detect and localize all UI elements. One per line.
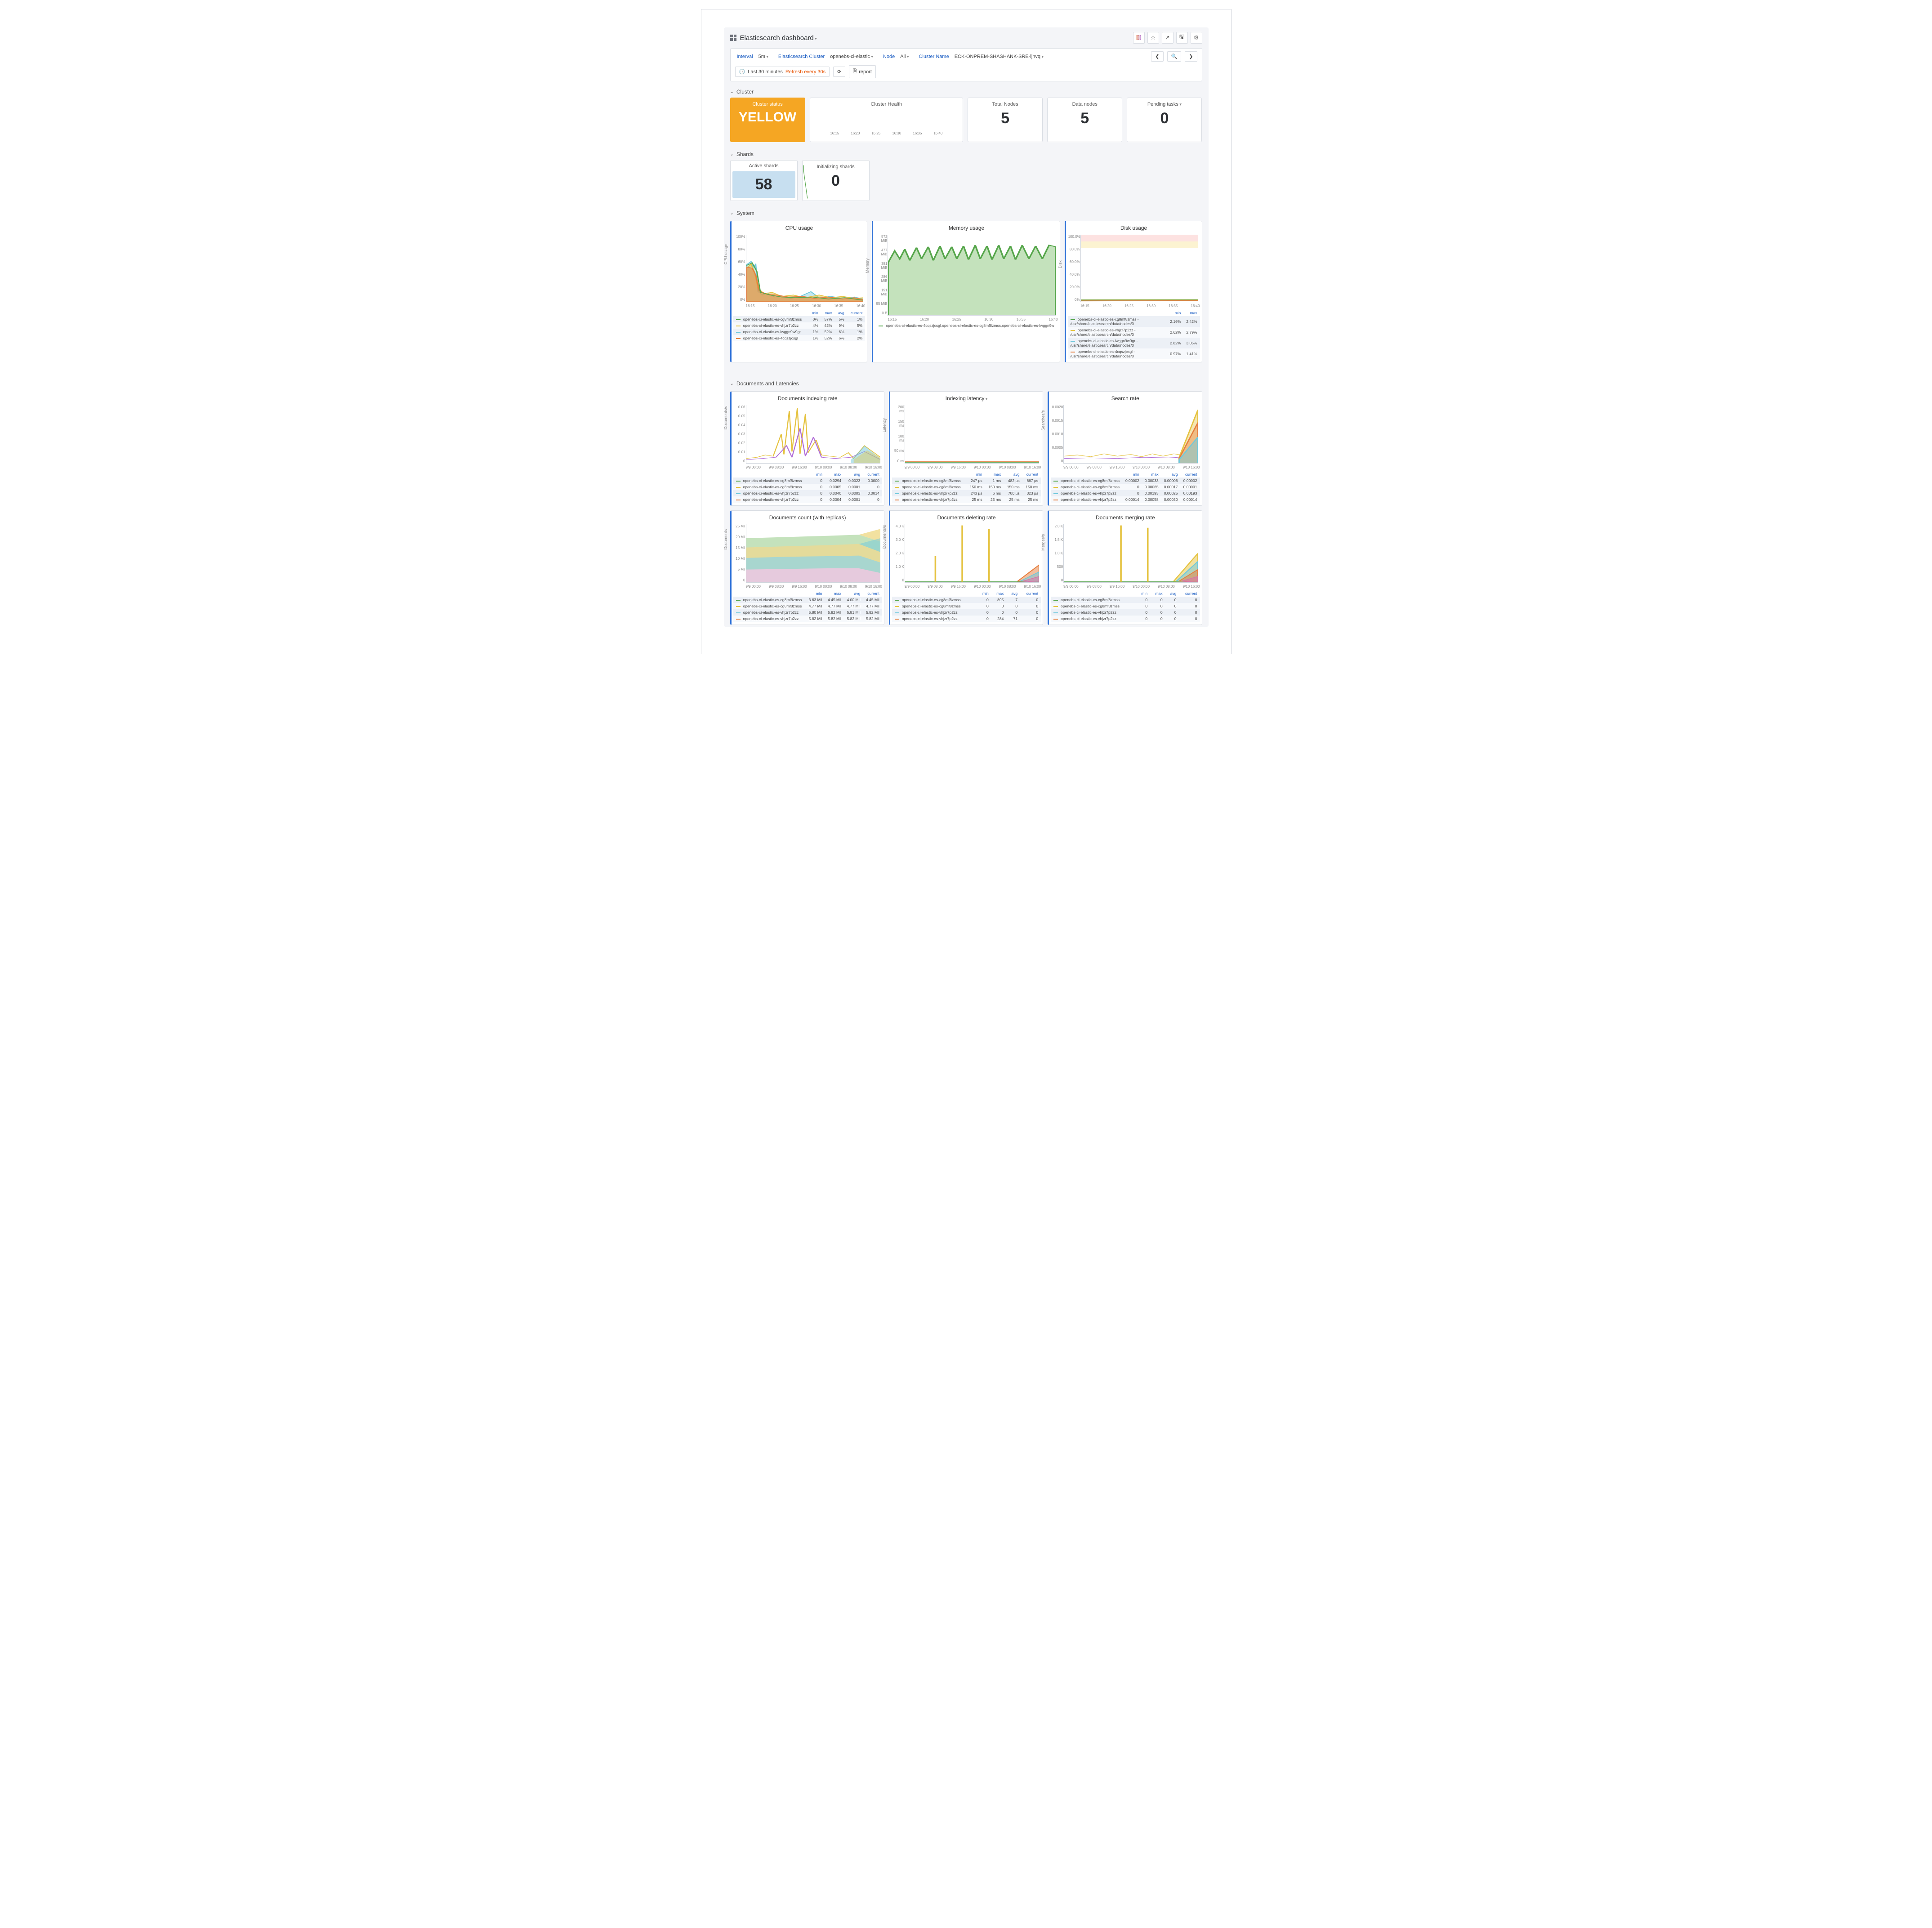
panel-mem-legend: openebs-ci-elastic-es-4cqszjcsgl,openebs… [875, 321, 1057, 330]
panel-doc-idx-rate-title: Documents indexing rate [733, 395, 882, 402]
star-button[interactable]: ☆ [1147, 32, 1159, 44]
panel-doc-del[interactable]: Documents deleting rate Documents/s 4.0 … [889, 510, 1043, 625]
cluster-status-value: YELLOW [735, 110, 800, 125]
time-picker[interactable]: 🕓 Last 30 minutes Refresh every 30s [735, 67, 830, 77]
active-shards-card[interactable]: Active shards 58 [730, 160, 798, 201]
pending-tasks-value: 0 [1132, 110, 1197, 127]
settings-button[interactable]: ⚙ [1191, 32, 1202, 44]
panel-doc-count-plot: 25 Mil20 Mil15 Mil10 Mil5 Mil0 [746, 524, 880, 583]
panel-mem[interactable]: Memory usage Memory 572 MiB477 MiB381 Mi… [872, 221, 1060, 362]
panel-cpu[interactable]: CPU usage CPU usage 100%80%60%40%20%0% 1… [730, 221, 868, 362]
active-shards-title: Active shards [732, 163, 795, 169]
report-button[interactable]: 🗎 report [849, 65, 876, 78]
panel-doc-idx-rate[interactable]: Documents indexing rate Documents/s 0.06… [730, 391, 884, 506]
panel-search-rate[interactable]: Search rate Searches/s 0.00200.00150.001… [1048, 391, 1202, 506]
refresh-button[interactable]: ⟳ [833, 67, 845, 77]
clock-icon: 🕓 [739, 69, 745, 75]
zoom-out-button[interactable]: 🔍 [1167, 51, 1182, 62]
row-system[interactable]: System [730, 207, 1202, 219]
report-icon: 🗎 [853, 67, 857, 76]
panel-doc-count[interactable]: Documents count (with replicas) Document… [730, 510, 884, 625]
row-docs[interactable]: Documents and Latencies [730, 378, 1202, 389]
interval-label: Interval [737, 54, 753, 59]
panel-disk-legend: minmaxopenebs-ci-elastic-es-cg8mf8zmss -… [1068, 310, 1200, 359]
panel-disk-plot: 100.0%80.0%60.0%40.0%20.0%0% [1080, 235, 1198, 302]
page-title[interactable]: Elasticsearch dashboard [740, 34, 817, 42]
pending-tasks-title: Pending tasks [1132, 102, 1197, 107]
cluster-health-card[interactable]: Cluster Health 16:1516:2016:2516:3016:35… [810, 98, 963, 142]
init-shards-value: 0 [807, 172, 865, 190]
cluster-health-xticks: 16:1516:2016:2516:3016:3516:40 [815, 131, 958, 135]
cluster-select[interactable]: openebs-ci-elastic [827, 53, 876, 60]
panel-disk[interactable]: Disk usage Disk 100.0%80.0%60.0%40.0%20.… [1065, 221, 1202, 362]
panel-mem-title: Memory usage [875, 225, 1057, 231]
panel-search-rate-plot: 0.00200.00150.00100.00050 [1063, 405, 1198, 464]
panel-cpu-plot: 100%80%60%40%20%0% [746, 235, 864, 302]
refresh-interval: Refresh every 30s [785, 69, 825, 75]
share-button[interactable]: ↗ [1162, 32, 1173, 44]
save-button[interactable]: 🖫 [1176, 32, 1188, 44]
panel-doc-count-title: Documents count (with replicas) [733, 514, 882, 521]
panel-doc-merge-legend: minmaxavgcurrentopenebs-ci-elastic-es-cg… [1051, 590, 1200, 622]
total-nodes-card[interactable]: Total Nodes 5 [968, 98, 1043, 142]
panel-doc-idx-rate-plot: 0.060.050.040.030.020.010 [746, 405, 880, 464]
data-nodes-title: Data nodes [1052, 102, 1117, 107]
filter-bar: Interval 5m Elasticsearch Cluster openeb… [730, 48, 1202, 81]
panel-mem-plot: 572 MiB477 MiB381 MiB286 MiB191 MiB95 Mi… [888, 235, 1056, 316]
panel-search-rate-legend: minmaxavgcurrentopenebs-ci-elastic-es-cg… [1051, 471, 1200, 503]
dashboard-icon [730, 35, 736, 41]
panel-doc-count-legend: minmaxavgcurrentopenebs-ci-elastic-es-cg… [733, 590, 882, 622]
panel-doc-merge-title: Documents merging rate [1051, 514, 1200, 521]
panel-disk-ylabel: Disk [1058, 260, 1062, 268]
panel-cpu-legend: minmaxavgcurrentopenebs-ci-elastic-es-cg… [733, 310, 866, 341]
panel-doc-merge[interactable]: Documents merging rate Merges/s 2.0 K1.5… [1048, 510, 1202, 625]
pending-tasks-card[interactable]: Pending tasks 0 [1127, 98, 1202, 142]
time-back-button[interactable]: ❮ [1151, 51, 1163, 62]
panel-idx-latency-legend: minmaxavgcurrentopenebs-ci-elastic-es-cg… [892, 471, 1041, 503]
init-shards-card[interactable]: Initializing shards 0 [802, 160, 870, 201]
panel-idx-latency[interactable]: Indexing latency Latency 200 ms150 ms100… [889, 391, 1043, 506]
add-panel-button[interactable]: ⫿⫿⫿ [1133, 32, 1145, 44]
clustername-select[interactable]: ECK-ONPREM-SHASHANK-SRE-ljnvq [952, 53, 1046, 60]
time-forward-button[interactable]: ❯ [1185, 51, 1197, 62]
row-shards[interactable]: Shards [730, 148, 1202, 160]
panel-doc-idx-rate-legend: minmaxavgcurrentopenebs-ci-elastic-es-cg… [733, 471, 882, 503]
data-nodes-card[interactable]: Data nodes 5 [1047, 98, 1122, 142]
panel-doc-del-plot: 4.0 K3.0 K2.0 K1.0 K0 [905, 524, 1039, 583]
panel-cpu-ylabel: CPU usage [723, 244, 728, 264]
panel-idx-latency-title: Indexing latency [892, 395, 1041, 402]
cluster-status-card[interactable]: Cluster status YELLOW [730, 98, 805, 142]
clustername-label: Cluster Name [919, 54, 949, 59]
panel-doc-del-legend: minmaxavgcurrentopenebs-ci-elastic-es-cg… [892, 590, 1041, 622]
total-nodes-value: 5 [973, 110, 1038, 127]
interval-select[interactable]: 5m [756, 53, 771, 60]
node-label: Node [883, 54, 895, 59]
init-shards-title: Initializing shards [807, 164, 865, 170]
cluster-health-bars [815, 110, 958, 129]
panel-doc-del-title: Documents deleting rate [892, 514, 1041, 521]
data-nodes-value: 5 [1052, 110, 1117, 127]
panel-doc-merge-plot: 2.0 K1.5 K1.0 K5000 [1063, 524, 1198, 583]
row-cluster[interactable]: Cluster [730, 86, 1202, 98]
node-select[interactable]: All [897, 53, 911, 60]
panel-idx-latency-plot: 200 ms150 ms100 ms50 ms0 ns [905, 405, 1039, 464]
init-shards-spark [803, 164, 808, 200]
active-shards-value: 58 [732, 176, 795, 193]
panel-mem-ylabel: Memory [865, 258, 870, 273]
cluster-status-title: Cluster status [735, 102, 800, 107]
time-range: Last 30 minutes [748, 69, 783, 75]
panel-cpu-title: CPU usage [733, 225, 866, 231]
panel-search-rate-title: Search rate [1051, 395, 1200, 402]
total-nodes-title: Total Nodes [973, 102, 1038, 107]
cluster-health-title: Cluster Health [815, 102, 958, 107]
panel-disk-title: Disk usage [1068, 225, 1200, 231]
cluster-label: Elasticsearch Cluster [778, 54, 825, 59]
